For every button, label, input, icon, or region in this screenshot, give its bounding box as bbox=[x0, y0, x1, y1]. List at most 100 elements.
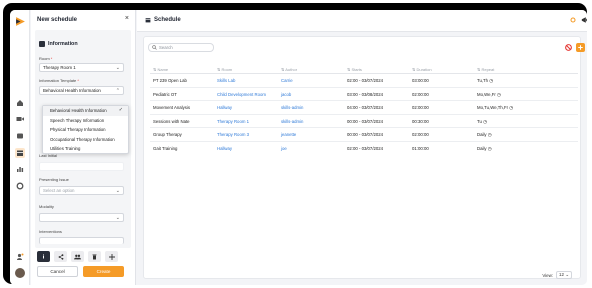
cell-room-link[interactable]: Therapy Room 1 bbox=[217, 115, 249, 128]
add-schedule-button[interactable] bbox=[576, 43, 585, 52]
modality-select[interactable]: ⌄ bbox=[39, 213, 124, 222]
last-initial-field[interactable] bbox=[39, 162, 124, 171]
interventions-label: Interventions bbox=[39, 229, 62, 234]
cell-room-link[interactable]: Skills Lab bbox=[217, 74, 235, 87]
repeat-icon: ◷ bbox=[487, 145, 492, 151]
cell-duration: 00:30:00 bbox=[412, 118, 429, 124]
presenting-issue-select[interactable]: Select an option ⌄ bbox=[39, 186, 124, 195]
view-label: View: bbox=[542, 272, 553, 278]
schedule-table: ⇅ Name ⇅ Room ⇅ Author ⇅ Starts ⇅ Durati… bbox=[150, 66, 578, 155]
move-icon bbox=[108, 253, 115, 260]
cell-author-link[interactable]: joe bbox=[281, 142, 287, 155]
chart-icon[interactable] bbox=[15, 164, 25, 174]
dropdown-option[interactable]: Physical Therapy Information bbox=[43, 125, 128, 135]
dropdown-option[interactable]: Speech Therapy Information bbox=[43, 116, 128, 126]
delete-tool-button[interactable] bbox=[88, 251, 101, 262]
dropdown-option[interactable]: Behavioral Health Information ✓ bbox=[43, 106, 128, 116]
column-header-duration[interactable]: ⇅ Duration bbox=[412, 66, 432, 73]
drawer-title: New schedule bbox=[37, 17, 78, 23]
cell-duration: 01:00:00 bbox=[412, 145, 429, 151]
template-select[interactable]: Behavioral Health Information ⌃ bbox=[39, 86, 124, 95]
cell-author-link[interactable]: skills-admin bbox=[281, 101, 303, 114]
home-icon[interactable] bbox=[15, 98, 25, 108]
user-add-icon[interactable] bbox=[15, 252, 25, 262]
page-size-select[interactable]: 12 ⌄ bbox=[556, 271, 572, 279]
users-icon bbox=[74, 254, 81, 259]
cell-starts: 02:00 - 03/07/2024 bbox=[347, 145, 384, 151]
presenting-issue-placeholder: Select an option bbox=[43, 188, 75, 193]
avatar[interactable] bbox=[15, 268, 25, 278]
device-frame: New schedule × Information Room * Therap… bbox=[3, 3, 587, 285]
cell-room-link[interactable]: Child Development Room bbox=[217, 88, 266, 101]
share-tool-button[interactable] bbox=[54, 251, 67, 262]
cell-name: Group Therapy bbox=[153, 132, 182, 137]
page-size-value: 12 bbox=[559, 272, 564, 277]
dropdown-option[interactable]: Utilities Training bbox=[43, 144, 128, 154]
chevron-up-icon: ⌃ bbox=[115, 88, 120, 94]
column-header-repeat[interactable]: ⇅ Repeat bbox=[477, 66, 494, 73]
close-icon[interactable]: × bbox=[125, 15, 129, 22]
cell-repeat: Daily ◷ bbox=[477, 145, 492, 151]
calendar-icon[interactable] bbox=[15, 148, 25, 158]
chevron-down-icon: ⌄ bbox=[115, 65, 120, 71]
cell-room-link[interactable]: Hallway bbox=[217, 142, 232, 155]
megaphone-icon[interactable] bbox=[581, 16, 587, 24]
cell-room-link[interactable]: Hallway bbox=[217, 101, 232, 114]
dropdown-option[interactable]: Occupational Therapy Information bbox=[43, 135, 128, 145]
table-row[interactable]: Group Therapy Therapy Room 3 jeanette 00… bbox=[150, 128, 578, 142]
column-header-room[interactable]: ⇅ Room bbox=[217, 66, 232, 73]
table-row[interactable]: Pediatric OT Child Development Room jaco… bbox=[150, 88, 578, 101]
table-row[interactable]: PT 239 Open Lab Skills Lab Carrie 02:00 … bbox=[150, 74, 578, 88]
cell-duration: 02:00:00 bbox=[412, 105, 429, 110]
section-title-label: Information bbox=[48, 41, 78, 47]
information-section-title: Information bbox=[39, 41, 78, 47]
sun-icon[interactable] bbox=[569, 16, 577, 24]
cell-author-link[interactable]: jacob bbox=[281, 88, 291, 101]
info-icon bbox=[43, 254, 44, 259]
cell-starts: 02:00 - 03/07/2024 bbox=[347, 78, 384, 83]
table-row[interactable]: Gait Training Hallway joe 02:00 - 03/07/… bbox=[150, 142, 578, 156]
chevron-down-icon: ⌄ bbox=[115, 215, 120, 221]
cell-author-link[interactable]: Carrie bbox=[281, 74, 293, 87]
cell-starts: 04:00 - 03/07/2024 bbox=[347, 105, 384, 110]
cell-repeat: Tu ◷ bbox=[477, 118, 487, 124]
share-icon bbox=[58, 253, 63, 260]
page-size-control: View: 12 ⌄ bbox=[542, 271, 572, 279]
column-header-starts[interactable]: ⇅ Starts bbox=[347, 66, 362, 73]
move-tool-button[interactable] bbox=[105, 251, 118, 262]
settings-gear-icon[interactable] bbox=[15, 181, 25, 191]
cell-name: Sessions with Nate bbox=[153, 118, 190, 124]
cell-author-link[interactable]: jeanette bbox=[281, 128, 296, 141]
cancel-button[interactable]: Cancel bbox=[37, 266, 78, 277]
interventions-field[interactable] bbox=[39, 237, 124, 244]
presenting-issue-label: Presenting Issue bbox=[39, 177, 69, 182]
column-header-author[interactable]: ⇅ Author bbox=[281, 66, 297, 73]
create-button[interactable]: Create bbox=[83, 266, 124, 277]
left-rail bbox=[10, 10, 30, 285]
table-row[interactable]: Movement Analysis Hallway skills-admin 0… bbox=[150, 101, 578, 115]
users-tool-button[interactable] bbox=[71, 251, 84, 262]
column-header-name[interactable]: ⇅ Name bbox=[153, 66, 168, 73]
plus-icon bbox=[578, 45, 583, 50]
check-icon: ✓ bbox=[118, 107, 123, 113]
cell-repeat: Daily ◷ bbox=[477, 132, 492, 137]
info-tool-button[interactable] bbox=[37, 251, 50, 262]
search-input[interactable]: Search bbox=[148, 43, 214, 52]
video-icon[interactable] bbox=[15, 114, 25, 124]
cell-repeat: Tu,Th ◷ bbox=[477, 78, 494, 83]
cell-duration: 02:00:00 bbox=[412, 91, 429, 97]
cell-duration: 02:00:00 bbox=[412, 132, 429, 137]
cell-name: Gait Training bbox=[153, 145, 178, 151]
repeat-icon: ◷ bbox=[487, 132, 492, 137]
room-select[interactable]: Therapy Room 1 ⌄ bbox=[39, 63, 124, 72]
room-label: Room * bbox=[39, 56, 53, 61]
cell-room-link[interactable]: Therapy Room 3 bbox=[217, 128, 249, 141]
room-select-value: Therapy Room 1 bbox=[43, 65, 76, 70]
cell-author-link[interactable]: skills-admin bbox=[281, 115, 303, 128]
table-row[interactable]: Sessions with Nate Therapy Room 1 skills… bbox=[150, 115, 578, 128]
cancel-circle-button[interactable] bbox=[564, 43, 573, 52]
main-header: Schedule bbox=[137, 10, 587, 32]
info-icon bbox=[39, 41, 45, 47]
tag-icon[interactable] bbox=[15, 131, 25, 141]
chevron-down-icon: ⌄ bbox=[565, 272, 569, 277]
